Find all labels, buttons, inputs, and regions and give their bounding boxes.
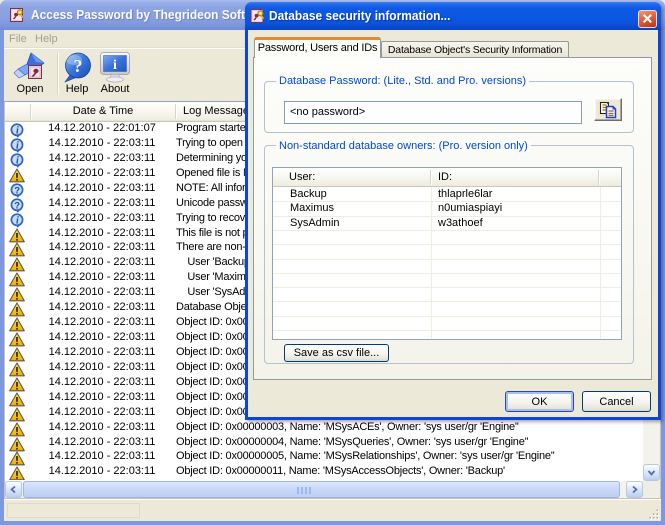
svg-text:i: i [113,58,117,73]
svg-text:i: i [16,215,19,226]
svg-text:?: ? [14,185,20,196]
svg-text:i: i [16,155,19,166]
svg-text:?: ? [74,56,83,76]
svg-text:i: i [16,140,19,151]
svg-text:i: i [16,125,19,136]
svg-text:?: ? [14,200,20,211]
